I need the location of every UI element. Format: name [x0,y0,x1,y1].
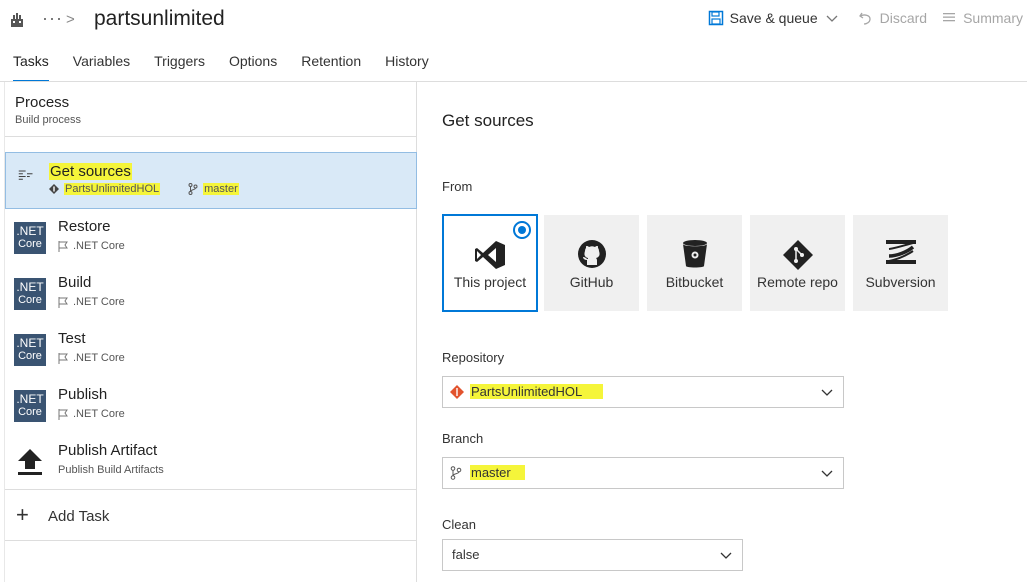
net-core-icon: .NET Core [14,278,46,310]
task-publish[interactable]: .NET Core Publish .NET Core [5,377,417,433]
source-label: This project [453,274,527,290]
repository-dropdown[interactable]: PartsUnlimitedHOL [442,376,844,408]
net-core-icon: .NET Core [14,334,46,366]
source-label: GitHub [569,274,614,290]
source-this-project[interactable]: This project [442,214,538,312]
flag-icon [58,296,68,308]
task-publish-artifact[interactable]: Publish Artifact Publish Build Artifacts [5,433,417,489]
task-test[interactable]: .NET Core Test .NET Core [5,321,417,377]
source-subversion[interactable]: Subversion [853,215,948,311]
task-restore[interactable]: .NET Core Restore .NET Core [5,209,417,265]
task-title: Restore [58,218,111,235]
task-subtitle: .NET Core [58,240,125,252]
task-panel: Process Build process Get sources PartsU… [4,82,417,582]
save-queue-label: Save & queue [729,10,818,26]
chevron-down-icon[interactable] [826,12,838,24]
header-actions: Save & queue Discard Summary [694,10,1023,26]
branch-value: master [470,465,525,480]
task-title: Test [58,330,86,347]
source-remote-repo[interactable]: Remote repo [750,215,845,311]
tab-retention[interactable]: Retention [289,46,373,82]
tab-history[interactable]: History [373,46,441,82]
subversion-icon [885,240,916,264]
flag-icon [58,240,68,252]
git-repo-icon [450,385,464,399]
task-subtitle: Publish Build Artifacts [58,464,164,476]
add-task-button[interactable]: + Add Task [5,489,417,541]
chevron-down-icon [821,470,833,477]
task-title: Publish Artifact [58,442,158,459]
radio-selected-icon [513,221,531,239]
more-breadcrumb-button[interactable]: ··· [42,8,63,29]
clean-label: Clean [442,517,476,532]
summary-button[interactable]: Summary [941,10,1023,26]
plus-icon: + [16,502,29,527]
source-bitbucket[interactable]: Bitbucket [647,215,742,311]
branch-label: Branch [442,431,484,446]
task-build[interactable]: .NET Core Build .NET Core [5,265,417,321]
branch-name: master [203,183,239,195]
discard-button[interactable]: Discard [858,10,927,26]
task-subtitle: .NET Core [58,296,125,308]
upload-icon [18,449,42,475]
top-bar: ··· > partsunlimited Save & queue Discar… [0,0,1027,40]
bitbucket-icon [682,240,707,268]
task-title: Publish [58,386,108,403]
summary-label: Summary [963,10,1023,26]
tab-options[interactable]: Options [217,46,289,82]
github-icon [577,240,606,268]
chevron-down-icon [720,552,732,559]
detail-panel: Get sources From This project GitHub Bit… [442,82,1022,582]
branch-dropdown[interactable]: master [442,457,844,489]
get-sources-icon [18,170,33,180]
visual-studio-icon [475,241,505,269]
task-list: Get sources PartsUnlimitedHOL master .NE… [5,152,417,489]
source-options: This project GitHub Bitbucket Remote rep… [442,214,956,312]
breadcrumb-separator: > [66,11,75,28]
repo-diamond-icon [49,184,59,194]
source-label: Remote repo [757,274,838,290]
repo-name: PartsUnlimitedHOL [64,183,161,195]
from-label: From [442,179,473,194]
discard-label: Discard [879,10,928,26]
tab-tasks[interactable]: Tasks [0,46,61,82]
git-icon [782,240,813,270]
tab-bar: Tasks Variables Triggers Options Retenti… [0,46,441,82]
page-title: partsunlimited [94,7,225,30]
add-task-label: Add Task [48,508,110,525]
clean-value: false [452,547,480,562]
repository-label: Repository [442,350,505,365]
net-core-icon: .NET Core [14,390,46,422]
undo-icon [858,12,871,25]
process-header[interactable]: Process Build process [5,82,417,137]
flag-icon [58,352,68,364]
build-pipeline-icon[interactable] [9,12,25,28]
task-subtitle: .NET Core [58,352,125,364]
branch-icon [188,183,198,195]
task-subtitle: .NET Core [58,408,125,420]
detail-title: Get sources [442,111,534,130]
process-title: Process [15,94,70,111]
save-queue-button[interactable]: Save & queue [708,10,844,26]
flag-icon [58,408,68,420]
clean-dropdown[interactable]: false [442,539,743,571]
process-subtitle: Build process [15,114,82,126]
list-icon [943,13,956,22]
source-github[interactable]: GitHub [544,215,639,311]
source-label: Subversion [865,274,936,290]
repository-value: PartsUnlimitedHOL [470,384,604,399]
tab-variables[interactable]: Variables [61,46,142,82]
tab-triggers[interactable]: Triggers [142,46,217,82]
task-title: Get sources [49,163,132,180]
save-icon [708,10,723,26]
chevron-down-icon [821,389,833,396]
source-label: Bitbucket [665,274,724,290]
task-get-sources[interactable]: Get sources PartsUnlimitedHOL master [5,152,417,209]
branch-icon [450,466,462,480]
task-title: Build [58,274,92,291]
task-subtitle: PartsUnlimitedHOL master [49,183,239,195]
net-core-icon: .NET Core [14,222,46,254]
